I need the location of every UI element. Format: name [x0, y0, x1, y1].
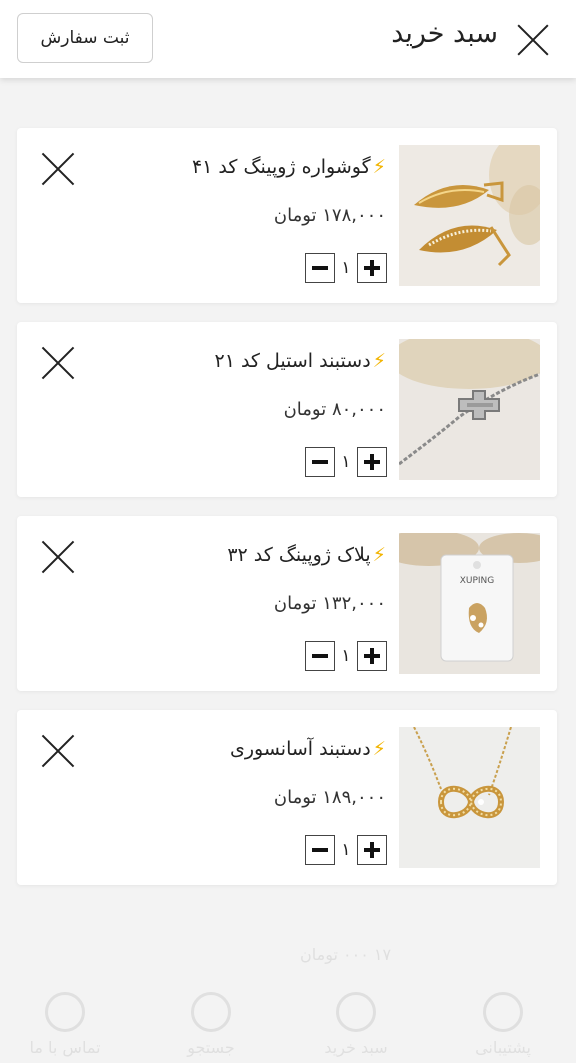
nav-item-search: جستجو [156, 992, 266, 1057]
decrease-quantity-button[interactable] [305, 641, 335, 671]
bolt-icon: ⚡ [372, 544, 386, 566]
increase-quantity-button[interactable] [357, 253, 387, 283]
decrease-quantity-button[interactable] [305, 253, 335, 283]
close-icon[interactable] [516, 23, 550, 57]
support-icon [483, 992, 523, 1032]
nav-item-contact: تماس با ما [10, 992, 120, 1057]
decrease-quantity-button[interactable] [305, 835, 335, 865]
cart-item: XUPING ⚡پلاک ژوپینگ کد ۳۲ ۱۳۲,۰۰۰ تومان … [17, 516, 557, 691]
quantity-value: ۱ [341, 646, 351, 666]
nav-item-support: پشتیبانی [448, 992, 558, 1057]
product-price: ۱۷۸,۰۰۰ تومان [273, 205, 386, 226]
remove-item-icon[interactable] [41, 152, 75, 186]
product-name: ⚡پلاک ژوپینگ کد ۳۲ [227, 544, 386, 566]
page-title: سبد خرید [391, 18, 498, 49]
submit-order-button[interactable]: ثبت سفارش [17, 13, 153, 63]
cart-item: ⚡دستبند استیل کد ۲۱ ۸۰,۰۰۰ تومان ۱ [17, 322, 557, 497]
cart-item: ⚡دستبند آسانسوری ۱۸۹,۰۰۰ تومان ۱ [17, 710, 557, 885]
remove-item-icon[interactable] [41, 734, 75, 768]
quantity-value: ۱ [341, 258, 351, 278]
search-icon [191, 992, 231, 1032]
cart-item: ⚡گوشواره ژوپینگ کد ۴۱ ۱۷۸,۰۰۰ تومان ۱ [17, 128, 557, 303]
increase-quantity-button[interactable] [357, 447, 387, 477]
increase-quantity-button[interactable] [357, 641, 387, 671]
nav-item-cart: سبد خرید [301, 992, 411, 1057]
quantity-stepper: ۱ [305, 251, 387, 285]
phone-icon [45, 992, 85, 1032]
bolt-icon: ⚡ [372, 156, 386, 178]
remove-item-icon[interactable] [41, 346, 75, 380]
bolt-icon: ⚡ [372, 350, 386, 372]
product-image-steel-bracelet [399, 339, 540, 480]
product-price: ۱۳۲,۰۰۰ تومان [273, 593, 386, 614]
quantity-stepper: ۱ [305, 639, 387, 673]
cart-icon [336, 992, 376, 1032]
cart-header: سبد خرید ثبت سفارش [0, 0, 576, 78]
product-image-infinity-bracelet [399, 727, 540, 868]
remove-item-icon[interactable] [41, 540, 75, 574]
product-name: ⚡گوشواره ژوپینگ کد ۴۱ [191, 156, 386, 178]
quantity-value: ۱ [341, 840, 351, 860]
product-name: ⚡دستبند استیل کد ۲۱ [214, 350, 386, 372]
background-ghost-price: ۱۷ ۰۰۰ تومان [300, 945, 392, 964]
background-bottom-nav: ۱۷ ۰۰۰ تومان پشتیبانی سبد خرید جستجو تما… [0, 893, 576, 1063]
product-image-earrings [399, 145, 540, 286]
product-price: ۱۸۹,۰۰۰ تومان [273, 787, 386, 808]
increase-quantity-button[interactable] [357, 835, 387, 865]
quantity-stepper: ۱ [305, 833, 387, 867]
quantity-value: ۱ [341, 452, 351, 472]
product-image-pendant: XUPING [399, 533, 540, 674]
decrease-quantity-button[interactable] [305, 447, 335, 477]
package-label: XUPING [460, 576, 495, 586]
bolt-icon: ⚡ [372, 738, 386, 760]
quantity-stepper: ۱ [305, 445, 387, 479]
product-price: ۸۰,۰۰۰ تومان [283, 399, 386, 420]
product-name: ⚡دستبند آسانسوری [229, 738, 386, 760]
